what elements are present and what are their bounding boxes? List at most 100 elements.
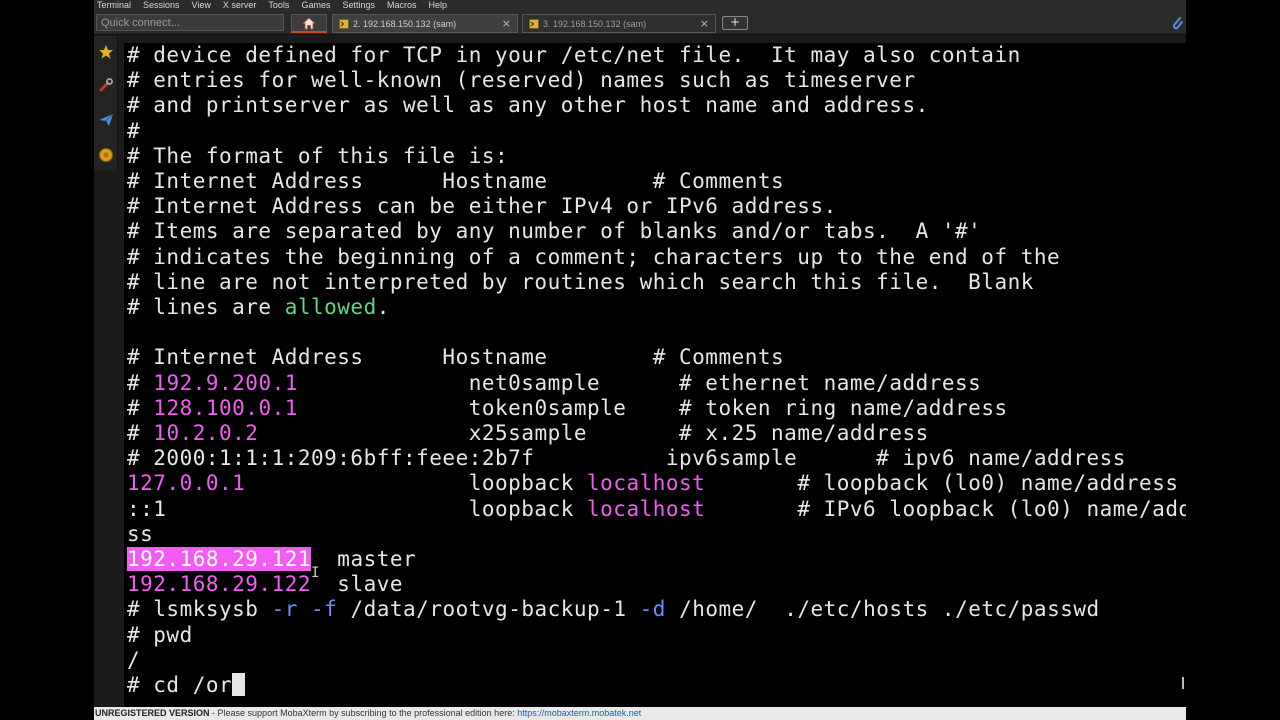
terminal-text-segment: 128.100.0.1	[153, 395, 298, 420]
terminal-line: # line are not interpreted by routines w…	[127, 270, 1034, 295]
text-cursor-ibeam: I	[311, 565, 320, 581]
terminal-text-segment: #	[127, 395, 154, 420]
terminal-line: # lsmksysb -r -f /data/rootvg-backup-1 -…	[127, 597, 1100, 622]
terminal-text-segment: # IPv6 loopback (lo0) name/addre	[705, 496, 1186, 521]
terminal-text-segment: allowed	[284, 295, 377, 319]
terminal-text-segment: # lsmksysb	[127, 597, 272, 622]
terminal-line: # lines are allowed.	[127, 295, 390, 320]
close-icon[interactable]: ×	[700, 18, 709, 30]
terminal-line: # 192.9.200.1 net0sample # ethernet name…	[127, 371, 981, 396]
star-icon[interactable]	[97, 43, 115, 61]
ssh-terminal-icon	[339, 18, 349, 29]
terminal-cursor	[232, 672, 246, 696]
terminal-line: ss	[127, 522, 153, 547]
terminal-text-segment: 192.168.29.121	[127, 547, 312, 571]
subscribe-link[interactable]: https://mobaxterm.mobatek.net	[517, 708, 641, 718]
terminal-text-segment: localhost	[587, 496, 706, 521]
terminal-text-segment: /	[127, 647, 141, 672]
terminal-text-segment: # device defined for TCP in your /etc/ne…	[127, 43, 1021, 67]
terminal-line: 192.168.29.121 master	[127, 547, 416, 572]
terminal-text-segment: localhost	[587, 471, 706, 496]
tools-icon[interactable]	[97, 76, 115, 94]
tab-session-2[interactable]: 2. 192.168.150.132 (sam) ×	[332, 14, 518, 33]
terminal-text-segment: # entries for well-known (reserved) name…	[127, 68, 916, 93]
mobaxterm-window: Terminal Sessions View X server Tools Ga…	[94, 0, 1186, 720]
home-icon	[302, 16, 316, 29]
tab-bar: 2. 192.168.150.132 (sam) × 3. 192.168.15…	[94, 11, 1186, 35]
menu-x-server[interactable]: X server	[220, 0, 266, 11]
terminal-line: # entries for well-known (reserved) name…	[127, 68, 916, 93]
send-icon[interactable]	[97, 111, 115, 129]
menu-terminal[interactable]: Terminal	[94, 0, 140, 11]
terminal-line: ::1 loopback localhost # IPv6 loopback (…	[127, 497, 1186, 522]
terminal-text-segment: # and printserver as well as any other h…	[127, 93, 929, 118]
letterbox-right	[1186, 0, 1280, 720]
tab-label: 2. 192.168.150.132 (sam)	[353, 18, 457, 29]
terminal-pane[interactable]: # device defined for TCP in your /etc/ne…	[124, 43, 1186, 707]
ssh-terminal-icon	[529, 18, 539, 29]
terminal-line: # Items are separated by any number of b…	[127, 219, 981, 244]
terminal-text-segment: # Internet Address can be either IPv4 or…	[127, 194, 837, 219]
terminal-text-segment: .	[376, 295, 390, 319]
terminal-text-segment: # line are not interpreted by routines w…	[127, 269, 1034, 294]
terminal-text-segment: ::1 loopback	[127, 496, 588, 521]
terminal-text-segment: # Items are separated by any number of b…	[127, 219, 982, 244]
menu-sessions[interactable]: Sessions	[140, 0, 189, 11]
unregistered-label: UNREGISTERED VERSION	[95, 708, 210, 718]
terminal-text-segment: #	[127, 421, 154, 445]
terminal-text-segment: 127.0.0.1	[127, 471, 246, 496]
terminal-line: # and printserver as well as any other h…	[127, 93, 929, 118]
letterbox-left	[0, 0, 94, 720]
terminal-line: # cd /or	[127, 672, 246, 698]
terminal-text-segment: 192.9.200.1	[153, 370, 298, 395]
terminal-line: # Internet Address Hostname # Comments	[127, 169, 784, 194]
support-message: - Please support MobaXterm by subscribin…	[209, 708, 518, 718]
terminal-text-segment: loopback	[245, 471, 588, 496]
terminal-text-segment: -d	[639, 597, 666, 622]
terminal-line: # device defined for TCP in your /etc/ne…	[127, 43, 1021, 68]
terminal-text-segment: /data/rootvg-backup-1	[337, 597, 640, 622]
menu-macros[interactable]: Macros	[384, 0, 426, 11]
terminal-text-segment: # loopback (lo0) name/address	[705, 471, 1179, 496]
terminal-line: # Internet Address can be either IPv4 or…	[127, 194, 837, 219]
status-bar: UNREGISTERED VERSION - Please support Mo…	[94, 707, 1186, 720]
terminal-text-segment: # 2000:1:1:1:209:6bff:feee:2b7f ipv6samp…	[127, 446, 1126, 471]
left-sidebar-toolbar	[94, 36, 118, 171]
terminal-text-segment: master	[311, 547, 417, 571]
terminal-text-segment: ss	[127, 521, 154, 546]
terminal-line: /	[127, 648, 140, 673]
menu-tools[interactable]: Tools	[265, 0, 298, 11]
macro-icon[interactable]	[97, 146, 115, 164]
terminal-text-segment: net0sample # ethernet name/address	[297, 370, 982, 395]
menu-bar: Terminal Sessions View X server Tools Ga…	[94, 0, 1186, 11]
home-tab[interactable]	[291, 14, 327, 33]
terminal-line: # The format of this file is:	[127, 144, 508, 169]
menu-games[interactable]: Games	[298, 0, 339, 11]
terminal-text-segment: # The format of this file is:	[127, 143, 509, 168]
terminal-text-segment: # indicates the beginning of a comment; …	[127, 244, 1061, 269]
tab-session-3[interactable]: 3. 192.168.150.132 (sam) ×	[522, 14, 716, 33]
menu-view[interactable]: View	[189, 0, 220, 11]
terminal-text-segment: -r	[271, 597, 298, 622]
terminal-line: # indicates the beginning of a comment; …	[127, 245, 1060, 270]
menu-help[interactable]: Help	[426, 0, 457, 11]
terminal-text-segment: x25sample # x.25 name/address	[258, 421, 929, 445]
terminal-line: # 2000:1:1:1:209:6bff:feee:2b7f ipv6samp…	[127, 446, 1126, 471]
terminal-line: 127.0.0.1 loopback localhost # loopback …	[127, 471, 1178, 496]
terminal-text-segment: -f	[311, 597, 338, 622]
terminal-text-segment: #	[127, 118, 141, 143]
terminal-text-segment: # Internet Address Hostname # Comments	[127, 345, 785, 370]
terminal-text-segment: slave	[311, 572, 404, 597]
tab-label: 3. 192.168.150.132 (sam)	[543, 18, 647, 29]
terminal-text-segment: # cd /or	[127, 673, 233, 697]
paperclip-icon[interactable]	[1170, 15, 1184, 31]
close-icon[interactable]: ×	[502, 18, 511, 30]
terminal-line: #	[127, 119, 140, 144]
terminal-scroll-marker	[1182, 677, 1184, 689]
terminal-text-segment: # pwd	[127, 622, 193, 647]
menu-settings[interactable]: Settings	[339, 0, 384, 11]
terminal-text-segment: #	[127, 370, 154, 395]
quick-connect-input[interactable]	[96, 14, 284, 31]
new-tab-button[interactable]: +	[722, 16, 748, 30]
